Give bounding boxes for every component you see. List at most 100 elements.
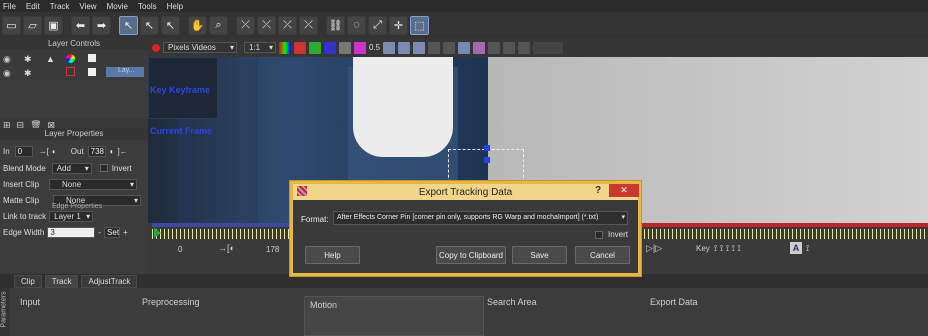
eye-icon[interactable]: ◉: [3, 54, 11, 65]
play-forward-icon[interactable]: ▷|▷: [646, 243, 662, 254]
bottom-tabs: Clip Track AdjustTrack: [0, 274, 928, 288]
surface-handle[interactable]: [484, 157, 490, 163]
stabilize-icon[interactable]: [443, 41, 456, 54]
menu-view[interactable]: View: [79, 2, 96, 11]
bspline-icon[interactable]: ⤫: [278, 15, 297, 35]
color-swatch[interactable]: [88, 54, 96, 62]
green-channel-icon[interactable]: [309, 41, 321, 54]
color-swatch[interactable]: [88, 68, 96, 76]
color-wheel-icon[interactable]: [66, 54, 75, 63]
hand-pan-icon[interactable]: ✋: [188, 15, 207, 35]
mocha-app-icon: [297, 186, 307, 196]
show-layers-icon[interactable]: [383, 41, 396, 54]
record-icon: [152, 43, 160, 52]
red-channel-icon[interactable]: [294, 41, 306, 54]
copy-to-clipboard-button[interactable]: Copy to Clipboard: [436, 246, 506, 264]
new-project-icon[interactable]: ▭: [2, 15, 21, 35]
opacity-value[interactable]: 0.5: [369, 43, 380, 52]
go-out-icon[interactable]: ◐: [110, 147, 115, 156]
out-field[interactable]: 738: [87, 145, 106, 157]
select-b-icon[interactable]: ↖: [140, 15, 159, 35]
tab-adjust-track[interactable]: AdjustTrack: [81, 275, 138, 288]
menu-movie[interactable]: Movie: [107, 2, 128, 11]
menu-edit[interactable]: Edit: [26, 2, 40, 11]
surface-overlay-icon[interactable]: [473, 41, 486, 54]
save-icon[interactable]: ▣: [44, 15, 63, 35]
bspline-add-icon[interactable]: ⤫: [299, 15, 318, 35]
transform-icon[interactable]: ⤢: [368, 15, 387, 35]
chevron-down-icon: ▾: [619, 212, 625, 224]
open-folder-icon[interactable]: ▱: [23, 15, 42, 35]
mask-overlay-icon[interactable]: [354, 41, 366, 54]
edge-minus-button[interactable]: -: [98, 228, 101, 237]
parameters-panel: Parameters Input Preprocessing Motion Se…: [0, 288, 928, 336]
brightness-field[interactable]: [533, 41, 564, 54]
layer-matte-icon[interactable]: [66, 67, 75, 76]
tab-track[interactable]: Track: [44, 275, 79, 288]
help-button[interactable]: Help: [305, 246, 360, 264]
insert-clip-label: Insert Clip: [3, 179, 40, 189]
menu-help[interactable]: Help: [167, 2, 183, 11]
show-tracks-icon[interactable]: [398, 41, 411, 54]
eye-icon[interactable]: ◉: [3, 68, 11, 79]
set-out-icon[interactable]: ]←: [118, 147, 128, 156]
lasso-icon[interactable]: ◌: [347, 15, 366, 35]
export-tracking-dialog: Export Tracking Data ? ✕ Format: After E…: [290, 181, 641, 276]
menu-tools[interactable]: Tools: [138, 2, 157, 11]
blend-mode-select[interactable]: Add: [51, 162, 92, 174]
insert-clip-select[interactable]: None: [49, 178, 138, 190]
blue-channel-icon[interactable]: [324, 41, 336, 54]
link-icon[interactable]: ⛓: [326, 15, 345, 35]
surface-icon[interactable]: ⬚: [410, 15, 429, 35]
current-frame[interactable]: 178: [266, 245, 279, 254]
xspline-icon[interactable]: ⤫: [236, 15, 255, 35]
link-to-track-select[interactable]: Layer 1: [49, 210, 94, 222]
grid-icon[interactable]: [428, 41, 441, 54]
zoom-icon[interactable]: ⌕: [209, 15, 228, 35]
key-nav-icons[interactable]: ⟟ ⟟ ⟟ ⟟ ⟟: [714, 243, 741, 254]
dialog-help-icon[interactable]: ?: [595, 185, 601, 196]
edge-width-field[interactable]: 3: [47, 226, 96, 238]
edge-plus-button[interactable]: +: [123, 228, 128, 237]
go-start-icon[interactable]: →[◐: [218, 243, 235, 253]
in-field[interactable]: 0: [14, 145, 33, 157]
xspline-add-icon[interactable]: ⤫: [257, 15, 276, 35]
edge-set-button[interactable]: Set: [104, 226, 121, 238]
keyframe-marker[interactable]: [154, 228, 161, 238]
gear-icon[interactable]: ✱: [24, 54, 32, 65]
dialog-title: Export Tracking Data: [418, 186, 513, 198]
in-label: In: [3, 146, 10, 156]
go-in-icon[interactable]: ◐: [52, 147, 57, 156]
frame-icon[interactable]: [503, 41, 516, 54]
cursor-icon[interactable]: [488, 41, 501, 54]
add-point-icon[interactable]: ↖: [161, 15, 180, 35]
invert-checkbox[interactable]: [595, 231, 603, 239]
surface-handle[interactable]: [484, 145, 490, 151]
lock-icon[interactable]: ▲: [46, 54, 55, 64]
tab-clip[interactable]: Clip: [14, 275, 42, 288]
format-select[interactable]: After Effects Corner Pin [corner pin onl…: [333, 211, 628, 225]
show-planar-icon[interactable]: [413, 41, 426, 54]
menu-file[interactable]: File: [3, 2, 16, 11]
move-icon[interactable]: ✛: [389, 15, 408, 35]
cancel-button[interactable]: Cancel: [575, 246, 630, 264]
menu-track[interactable]: Track: [50, 2, 70, 11]
undo-arrow-icon[interactable]: ⬅: [71, 15, 90, 35]
save-button[interactable]: Save: [512, 246, 567, 264]
alpha-channel-icon[interactable]: [339, 41, 351, 54]
autokey-icon[interactable]: A: [790, 242, 802, 254]
select-pointer-icon[interactable]: ↖: [119, 15, 138, 35]
set-in-icon[interactable]: →[: [39, 147, 49, 156]
rgb-channel-icon[interactable]: [279, 41, 291, 54]
zoom-select[interactable]: 1:1: [244, 42, 276, 53]
out-label: Out: [70, 146, 84, 156]
clip-select[interactable]: Pixels Videos: [163, 42, 237, 53]
key-extra-icon[interactable]: ⟟: [806, 243, 809, 254]
layer-name[interactable]: Lay...: [106, 67, 144, 77]
invert-checkbox[interactable]: [99, 164, 108, 172]
redo-arrow-icon[interactable]: ➡: [92, 15, 111, 35]
gear-icon[interactable]: ✱: [24, 68, 32, 79]
brightness-icon[interactable]: [518, 41, 531, 54]
dialog-close-button[interactable]: ✕: [609, 184, 639, 197]
trace-icon[interactable]: [458, 41, 471, 54]
